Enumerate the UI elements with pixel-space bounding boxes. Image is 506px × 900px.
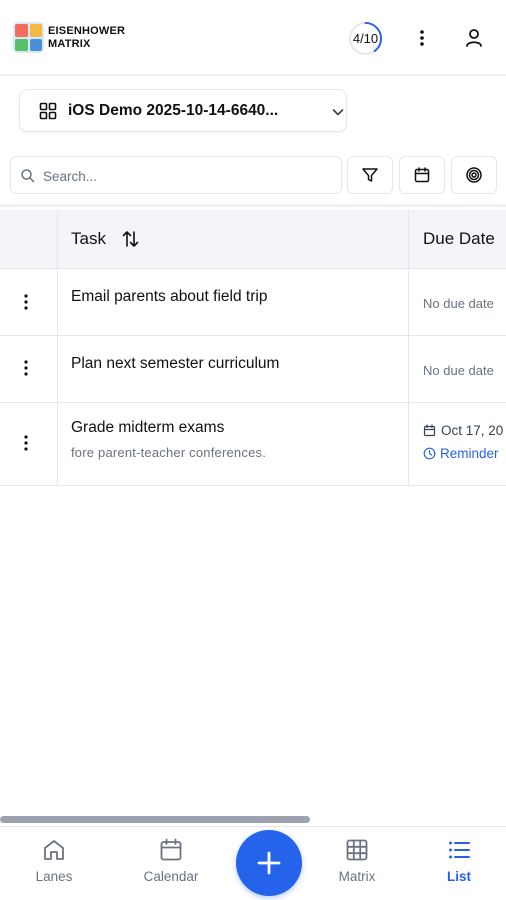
list-icon bbox=[449, 841, 470, 859]
column-header-due-date[interactable]: Due Date bbox=[423, 229, 495, 249]
sort-icon[interactable] bbox=[121, 229, 140, 249]
calendar-icon bbox=[414, 167, 430, 183]
task-title: Email parents about field trip bbox=[71, 288, 268, 305]
divider bbox=[0, 204, 506, 207]
reminder-label: Reminder bbox=[440, 446, 499, 461]
plus-icon bbox=[257, 851, 281, 875]
nav-item-list[interactable]: List bbox=[419, 837, 499, 884]
nav-item-matrix[interactable]: Matrix bbox=[317, 837, 397, 884]
brand-title: EISENHOWER MATRIX bbox=[48, 25, 125, 51]
row-menu-icon[interactable] bbox=[17, 292, 35, 312]
more-options-icon[interactable] bbox=[412, 27, 432, 49]
project-selector[interactable]: iOS Demo 2025-10-14-6640... bbox=[19, 89, 347, 132]
logo bbox=[13, 22, 44, 53]
app-header: EISENHOWER MATRIX 4/10 bbox=[0, 0, 506, 76]
project-name: iOS Demo 2025-10-14-6640... bbox=[68, 102, 279, 119]
brand-line-1: EISENHOWER bbox=[48, 25, 126, 37]
user-icon[interactable] bbox=[463, 26, 485, 50]
chevron-down-icon bbox=[332, 109, 344, 116]
due-date: Oct 17, 20 bbox=[423, 423, 503, 438]
nav-item-calendar[interactable]: Calendar bbox=[131, 837, 211, 884]
due-date-text: No due date bbox=[423, 363, 494, 378]
nav-item-lanes[interactable]: Lanes bbox=[14, 837, 94, 884]
column-divider bbox=[57, 210, 58, 486]
nav-label: Calendar bbox=[143, 869, 199, 884]
due-date-text: Oct 17, 20 bbox=[441, 423, 504, 438]
target-icon bbox=[466, 167, 482, 183]
filter-button[interactable] bbox=[347, 156, 393, 194]
grid-icon bbox=[346, 839, 368, 861]
filter-icon bbox=[362, 168, 378, 182]
reminder[interactable]: Reminder bbox=[423, 446, 499, 461]
calendar-small-icon bbox=[423, 424, 436, 437]
column-header-task[interactable]: Task bbox=[71, 229, 106, 249]
search-icon bbox=[21, 169, 35, 183]
column-divider bbox=[408, 210, 409, 486]
task-description: fore parent-teacher conferences. bbox=[71, 445, 267, 460]
row-menu-icon[interactable] bbox=[17, 358, 35, 378]
home-icon bbox=[44, 840, 64, 860]
search-input[interactable] bbox=[43, 163, 333, 189]
progress-label: 4/10 bbox=[352, 31, 379, 46]
nav-label: Lanes bbox=[35, 869, 73, 884]
date-filter-button[interactable] bbox=[399, 156, 445, 194]
nav-label: Matrix bbox=[338, 869, 376, 884]
grid-icon bbox=[39, 102, 57, 120]
task-title: Plan next semester curriculum bbox=[71, 355, 280, 372]
calendar-icon bbox=[160, 838, 182, 861]
brand-line-2: MATRIX bbox=[48, 38, 91, 50]
due-date-text: No due date bbox=[423, 296, 494, 311]
search-box bbox=[10, 156, 342, 194]
clock-icon bbox=[423, 447, 436, 460]
focus-button[interactable] bbox=[451, 156, 497, 194]
task-title: Grade midterm exams bbox=[71, 419, 225, 436]
row-menu-icon[interactable] bbox=[17, 433, 35, 453]
nav-label: List bbox=[446, 869, 471, 884]
horizontal-scrollbar[interactable] bbox=[0, 816, 310, 823]
add-task-button[interactable] bbox=[236, 830, 302, 896]
